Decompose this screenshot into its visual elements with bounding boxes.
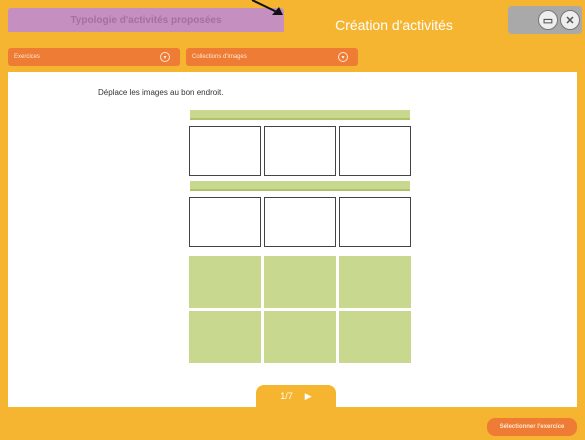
pager: 1/7 ▶ bbox=[256, 385, 336, 407]
collections-dropdown-label: Collections d'images bbox=[192, 54, 247, 60]
close-icon[interactable]: ✕ bbox=[560, 10, 580, 30]
page-indicator: 1/7 bbox=[280, 391, 293, 401]
image-tile[interactable] bbox=[189, 256, 261, 308]
image-tile[interactable] bbox=[264, 256, 336, 308]
image-tile[interactable] bbox=[264, 311, 336, 363]
restore-icon[interactable]: ▭ bbox=[538, 10, 558, 30]
image-tile[interactable] bbox=[189, 311, 261, 363]
drop-slot[interactable] bbox=[339, 197, 411, 247]
image-tile[interactable] bbox=[339, 256, 411, 308]
drop-slot[interactable] bbox=[189, 197, 261, 247]
drop-slot[interactable] bbox=[264, 197, 336, 247]
tab-creation[interactable]: Création d'activités bbox=[284, 8, 504, 42]
drop-slot[interactable] bbox=[264, 126, 336, 176]
select-exercise-button[interactable]: Sélectionner l'exercice bbox=[487, 418, 577, 436]
tab-typologie[interactable]: Typologie d'activités proposées bbox=[8, 8, 284, 32]
exercises-dropdown-label: Exercices bbox=[14, 54, 41, 60]
chevron-down-icon: ▾ bbox=[160, 52, 170, 62]
drop-slot[interactable] bbox=[189, 126, 261, 176]
collections-dropdown[interactable]: Collections d'images ▾ bbox=[186, 48, 358, 66]
label-bar[interactable] bbox=[190, 181, 410, 191]
instruction-text: Déplace les images au bon endroit. bbox=[98, 88, 224, 97]
chevron-down-icon: ▾ bbox=[338, 52, 348, 62]
next-page-icon[interactable]: ▶ bbox=[305, 391, 312, 402]
image-tile[interactable] bbox=[339, 311, 411, 363]
drop-slot[interactable] bbox=[339, 126, 411, 176]
exercises-dropdown[interactable]: Exercices ▾ bbox=[8, 48, 180, 66]
label-bar[interactable] bbox=[190, 110, 410, 120]
window-controls: ▭ ✕ bbox=[508, 6, 582, 34]
